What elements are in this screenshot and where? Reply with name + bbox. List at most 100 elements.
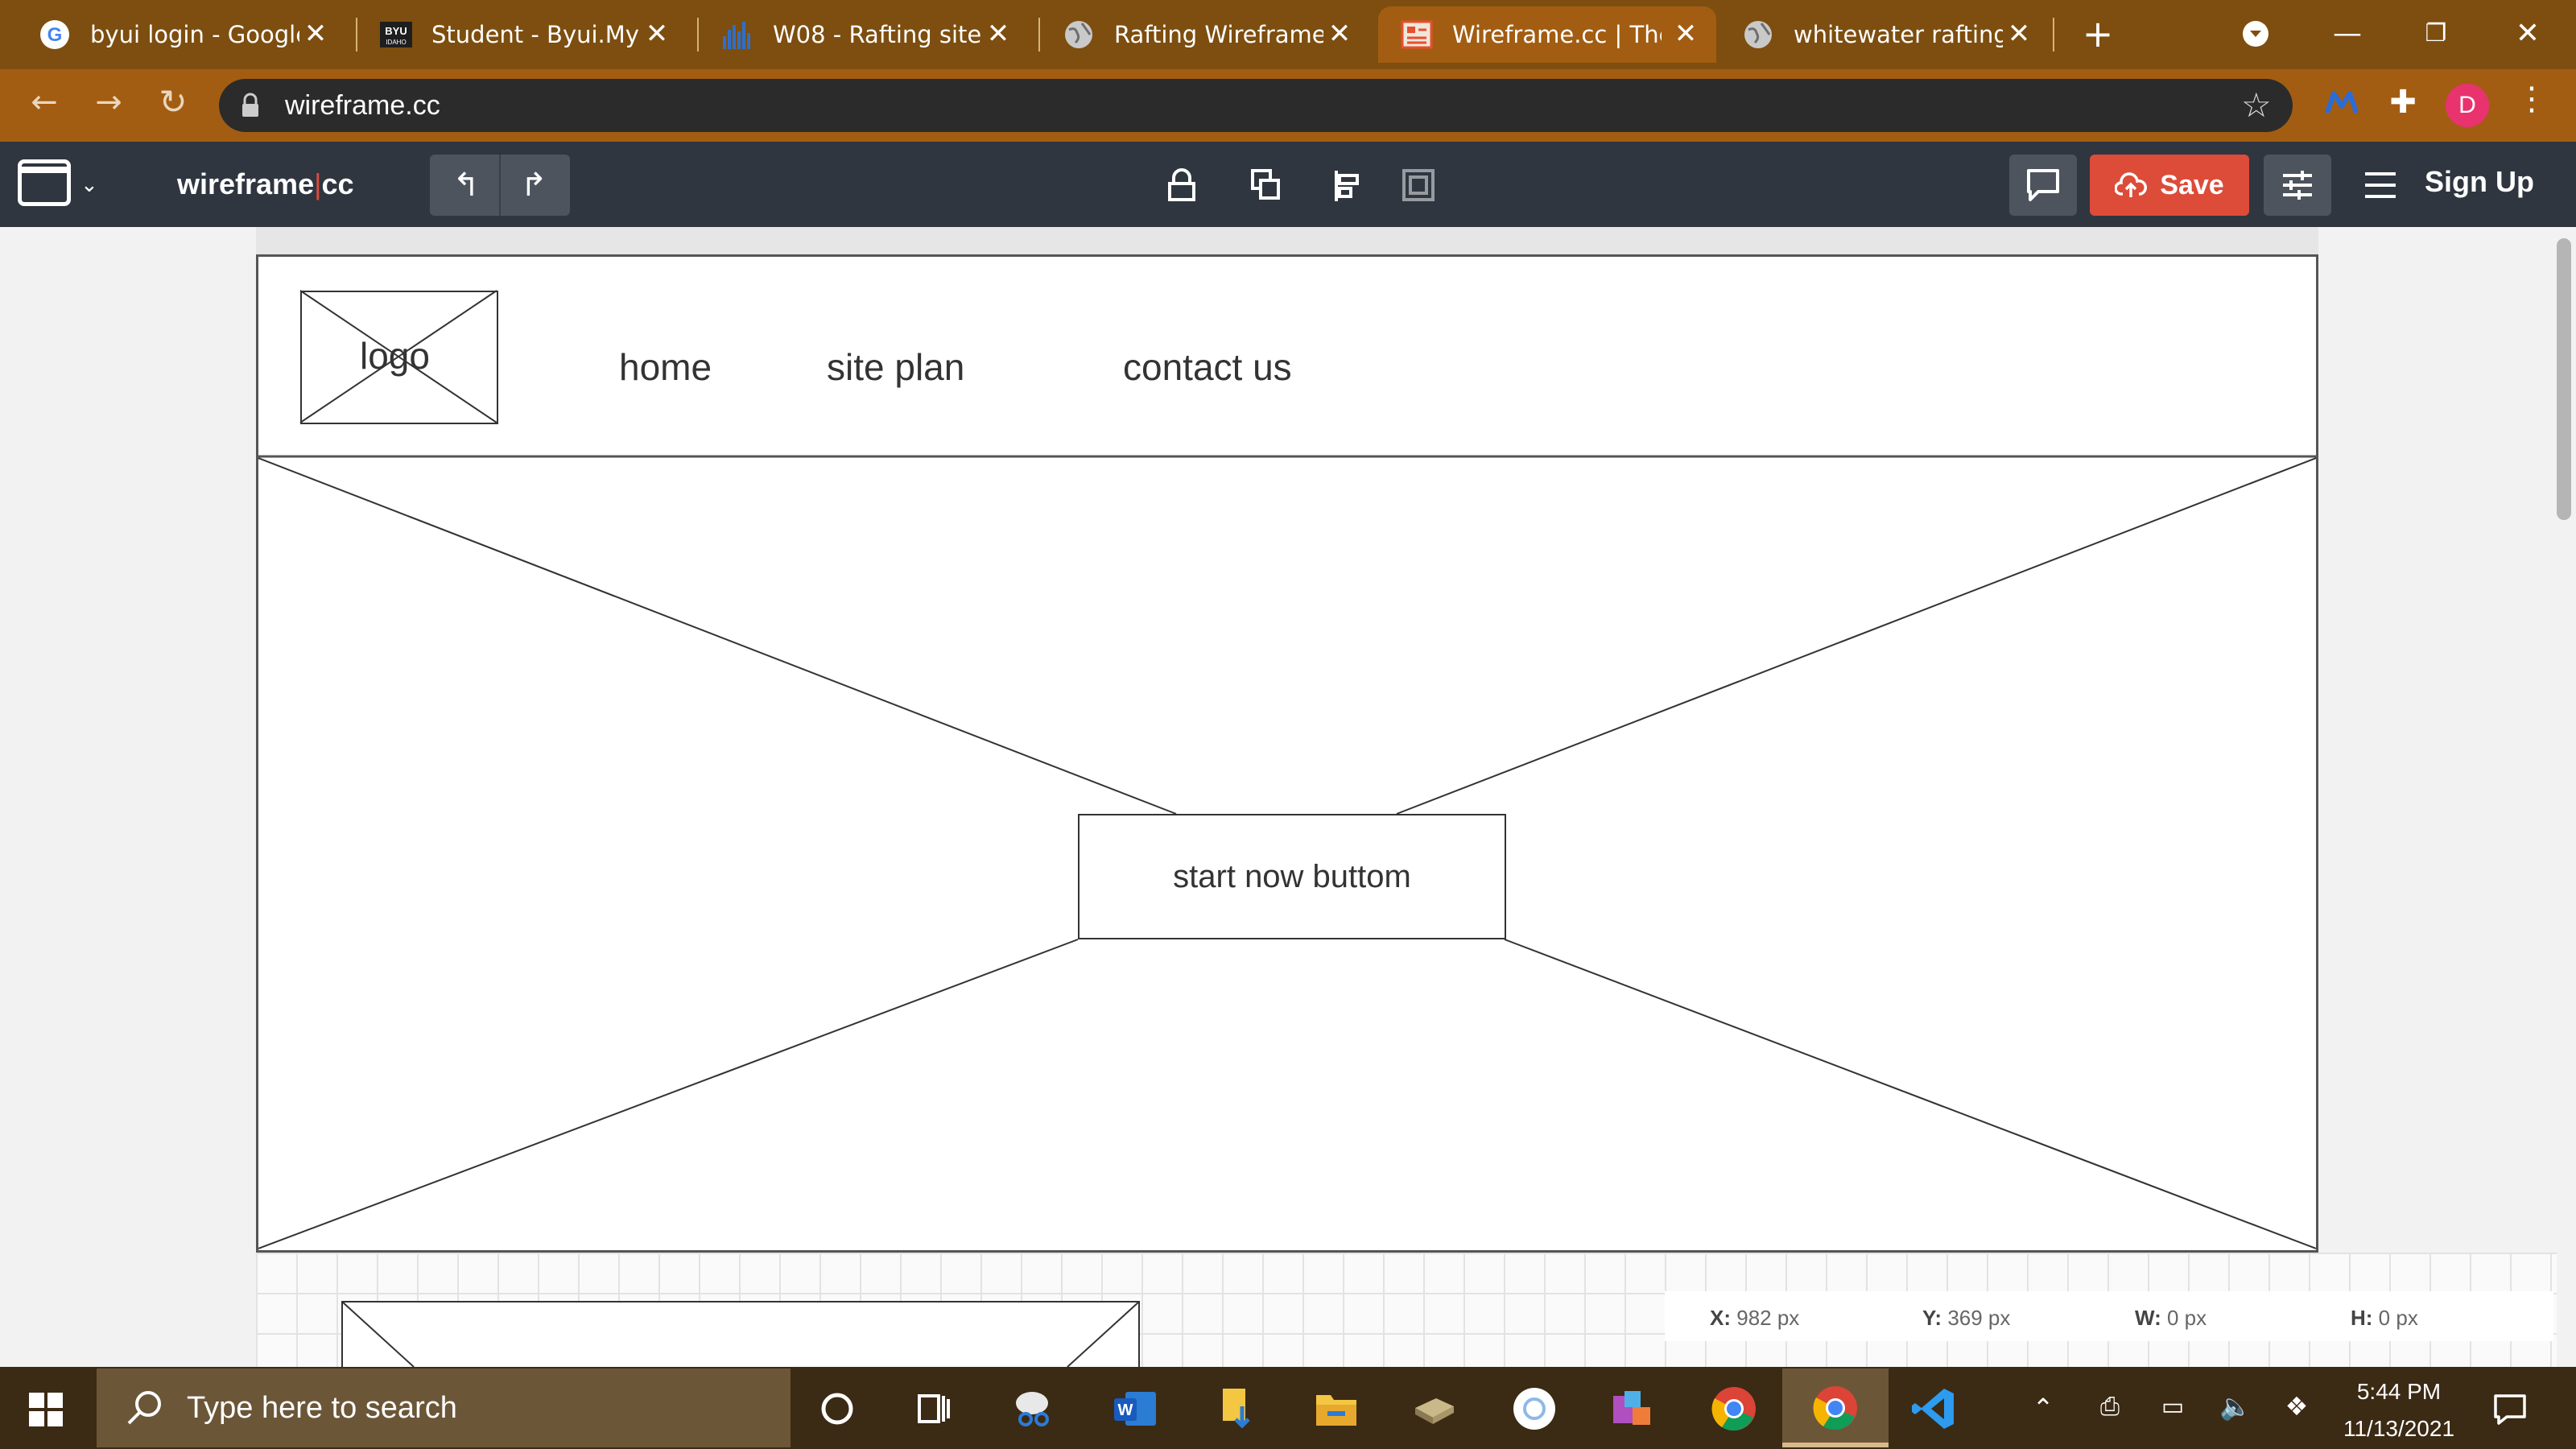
cortana-icon[interactable]	[813, 1385, 861, 1433]
undo-icon[interactable]: ↰	[438, 163, 494, 208]
chrome-icon[interactable]	[1710, 1385, 1758, 1433]
wireframe-icon	[1401, 19, 1433, 51]
search-icon	[127, 1391, 161, 1425]
image-placeholder-partial[interactable]	[341, 1301, 1146, 1367]
tab-byui-login[interactable]: G byui login - Google ✕	[0, 6, 346, 63]
battery-icon[interactable]: ▭	[2153, 1393, 2193, 1421]
nav-home[interactable]: home	[619, 345, 712, 389]
tab-separator	[2053, 18, 2054, 52]
task-view-icon[interactable]	[910, 1385, 958, 1433]
close-icon[interactable]: ✕	[641, 18, 673, 50]
comment-icon	[2027, 169, 2059, 201]
nav-site-plan[interactable]: site plan	[827, 345, 964, 389]
x-value: 982 px	[1736, 1306, 1800, 1330]
cloud-upload-icon	[2115, 172, 2148, 197]
taskbar-search-box[interactable]: Type here to search	[97, 1368, 791, 1447]
google-icon: G	[39, 19, 71, 51]
tab-wireframe-cc[interactable]: Wireframe.cc | The ✕	[1378, 6, 1716, 63]
tab-title: byui login - Google	[90, 21, 299, 48]
forward-arrow-icon[interactable]: →	[89, 84, 129, 121]
meet-now-icon[interactable]: ⎙	[2090, 1393, 2130, 1421]
system-clock[interactable]: 5:44 PM 11/13/2021	[2318, 1373, 2479, 1447]
save-button[interactable]: Save	[2090, 155, 2249, 216]
address-bar[interactable]: wireframe.cc ☆	[219, 79, 2293, 132]
show-hidden-icons-chevron[interactable]: ⌃	[2027, 1393, 2059, 1423]
paint-app-icon[interactable]	[1608, 1385, 1657, 1433]
restore-icon[interactable]: ❐	[2404, 11, 2468, 56]
canvas-top-strip	[256, 227, 2318, 254]
notifications-icon[interactable]	[2492, 1391, 2528, 1430]
browser-tab-strip: G byui login - Google ✕ BYU IDAHO Student…	[0, 0, 2576, 69]
vscode-icon[interactable]	[1909, 1385, 1958, 1433]
w-value: 0 px	[2166, 1306, 2207, 1330]
profile-avatar[interactable]: D	[2446, 84, 2489, 127]
x-label: X:	[1710, 1306, 1731, 1330]
close-icon[interactable]: ✕	[2003, 18, 2035, 50]
save-label: Save	[2160, 169, 2224, 200]
browser-menu-icon[interactable]: ⋮	[2512, 80, 2552, 118]
clock-time: 5:44 PM	[2356, 1379, 2442, 1404]
undo-redo-group: ↰ ↱	[430, 155, 570, 216]
snipping-tool-icon[interactable]	[1011, 1385, 1059, 1433]
file-explorer-icon[interactable]	[1312, 1385, 1360, 1433]
bookmark-star-icon[interactable]: ☆	[2241, 85, 2272, 125]
close-icon[interactable]: ✕	[982, 18, 1014, 50]
settings-button[interactable]	[2264, 155, 2331, 216]
dropbox-icon[interactable]: ❖	[2277, 1391, 2317, 1422]
bring-to-front-icon[interactable]	[1401, 167, 1436, 207]
y-label: Y:	[1922, 1306, 1942, 1330]
extensions-puzzle-icon[interactable]: ✚	[2383, 84, 2423, 121]
close-icon[interactable]: ✕	[299, 18, 332, 50]
sliders-icon	[2283, 171, 2312, 200]
close-icon[interactable]: ✕	[1323, 18, 1356, 50]
duplicate-icon[interactable]	[1249, 167, 1282, 207]
url-text: wireframe.cc	[285, 90, 440, 121]
svg-text:W: W	[1118, 1402, 1133, 1419]
h-value: 0 px	[2378, 1306, 2418, 1330]
brand-cc: cc	[321, 167, 354, 200]
minimize-icon[interactable]: —	[2315, 11, 2380, 56]
chart-icon	[721, 19, 753, 51]
width-readout: W: 0 px	[2135, 1306, 2207, 1331]
circle-app-icon[interactable]	[1510, 1385, 1558, 1433]
search-placeholder: Type here to search	[187, 1391, 457, 1425]
tray-app-icon[interactable]	[1410, 1385, 1459, 1433]
reload-icon[interactable]: ↻	[153, 82, 193, 122]
tab-whitewater-rafting[interactable]: whitewater rafting ✕	[1703, 6, 2050, 63]
chevron-down-icon[interactable]: ⌄	[80, 172, 98, 197]
x-coordinate: X: 982 px	[1710, 1306, 1799, 1331]
svg-text:G: G	[47, 24, 63, 46]
downloads-folder-icon[interactable]	[1214, 1385, 1262, 1433]
y-value: 369 px	[1947, 1306, 2011, 1330]
windows-start-icon[interactable]	[29, 1393, 63, 1430]
tab-title: Rafting Wireframe	[1114, 21, 1323, 48]
tab-title: whitewater rafting	[1794, 21, 2003, 48]
lock-element-icon[interactable]	[1166, 167, 1198, 207]
globe-icon	[1063, 19, 1095, 51]
word-icon[interactable]: W	[1111, 1385, 1159, 1433]
tab-w08-rafting[interactable]: W08 - Rafting site S ✕	[683, 6, 1029, 63]
volume-icon[interactable]: 🔈	[2215, 1391, 2256, 1422]
tab-rafting-wireframe[interactable]: Rafting Wireframe ✕	[1024, 6, 1370, 63]
align-left-icon[interactable]	[1331, 167, 1364, 207]
redo-icon[interactable]: ↱	[506, 163, 562, 208]
comment-button[interactable]	[2009, 155, 2077, 216]
page-template-icon[interactable]	[18, 159, 71, 206]
back-arrow-icon[interactable]: ←	[24, 84, 64, 121]
start-now-button[interactable]: start now buttom	[1078, 814, 1506, 939]
extension-m-icon[interactable]	[2322, 87, 2362, 122]
hamburger-menu-icon[interactable]	[2363, 171, 2397, 204]
tab-title: W08 - Rafting site S	[773, 21, 982, 48]
nav-contact-us[interactable]: contact us	[1123, 345, 1292, 389]
chrome-active-taskbar-button[interactable]	[1782, 1368, 1889, 1447]
close-window-icon[interactable]: ✕	[2496, 11, 2560, 56]
sign-up-link[interactable]: Sign Up	[2425, 165, 2534, 199]
vertical-scrollbar[interactable]	[2557, 238, 2571, 520]
tab-student-byui[interactable]: BYU IDAHO Student - Byui.MyBy ✕	[341, 6, 687, 63]
new-tab-icon[interactable]: +	[2066, 11, 2130, 56]
tab-search-icon[interactable]	[2223, 11, 2288, 56]
wireframe-page[interactable]: logo home site plan contact us start now…	[256, 254, 2318, 1253]
close-icon[interactable]: ✕	[1670, 18, 1702, 50]
logo-placeholder[interactable]: logo	[300, 291, 498, 424]
svg-text:IDAHO: IDAHO	[386, 39, 406, 46]
